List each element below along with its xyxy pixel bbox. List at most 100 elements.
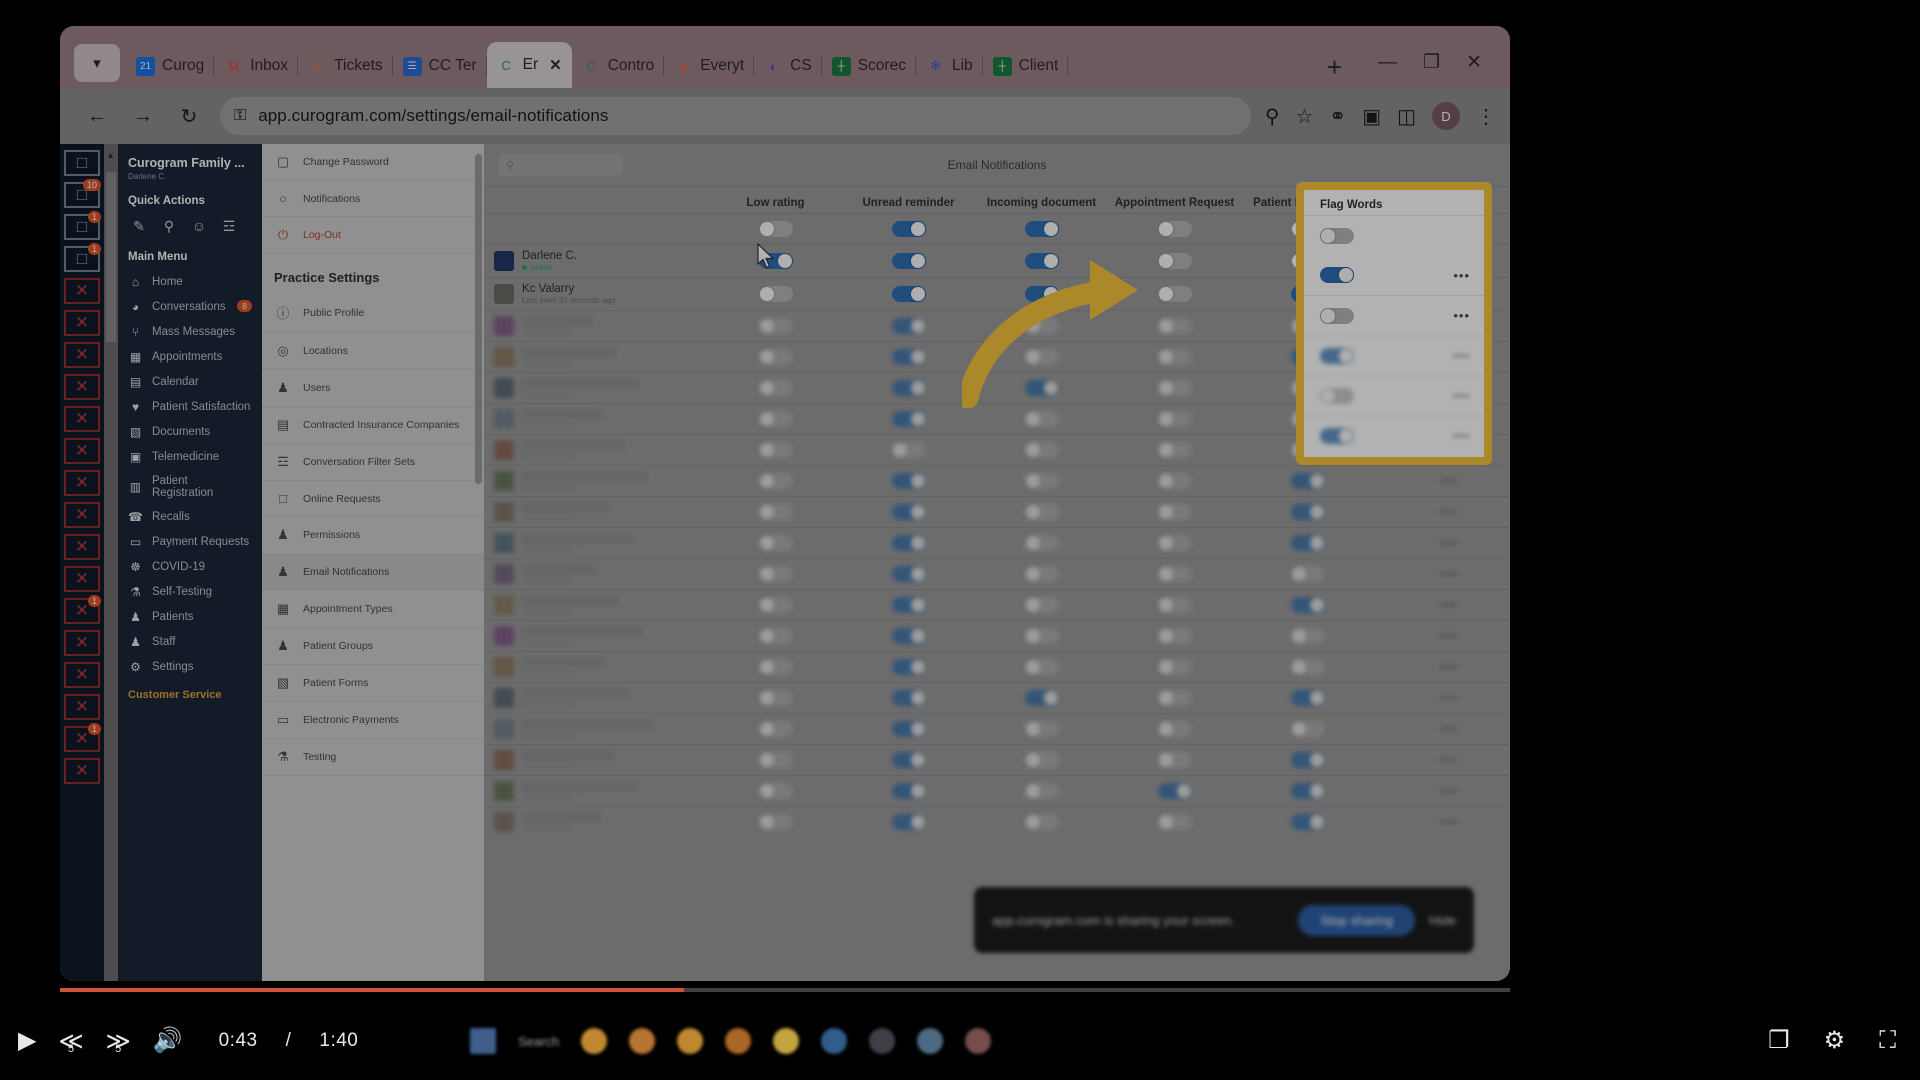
settings-item-email-notifications[interactable]: ♟ Email Notifications (262, 554, 484, 591)
sidebar-item-patients[interactable]: ♟ Patients (118, 604, 262, 629)
rail-scrollbar[interactable]: ▲ (104, 144, 118, 981)
notification-toggle[interactable] (1157, 317, 1192, 334)
notification-toggle[interactable] (758, 503, 793, 520)
table-row[interactable]: ••• (484, 713, 1510, 745)
notification-toggle[interactable] (758, 751, 793, 768)
rail-item[interactable]: □ 1 (64, 211, 101, 240)
tab-close-icon[interactable]: ✕ (549, 56, 562, 74)
row-menu-icon[interactable]: ••• (1441, 721, 1458, 736)
notification-toggle[interactable] (1290, 689, 1325, 706)
notification-toggle[interactable] (1157, 252, 1192, 269)
notification-toggle[interactable] (891, 627, 926, 644)
address-bar[interactable]: ⚿ app.curogram.com/settings/email-notifi… (220, 97, 1251, 135)
row-menu-icon[interactable]: ••• (1441, 814, 1458, 829)
notification-toggle[interactable] (1290, 472, 1325, 489)
notification-toggle[interactable] (1290, 565, 1325, 582)
notification-toggle[interactable] (891, 252, 926, 269)
rail-item[interactable]: ✕ 1 (64, 595, 101, 624)
flag-words-row[interactable]: ••• (1304, 415, 1484, 455)
play-button[interactable]: ▶ (18, 1029, 36, 1053)
reload-button[interactable]: ↻ (166, 96, 212, 136)
rail-item[interactable]: ✕ (64, 662, 100, 688)
notification-toggle[interactable] (891, 565, 926, 582)
notification-toggle[interactable] (1157, 410, 1192, 427)
notification-toggle[interactable] (1157, 565, 1192, 582)
settings-item-patient-groups[interactable]: ♟ Patient Groups (262, 628, 484, 665)
settings-item-users[interactable]: ♟ Users (262, 370, 484, 407)
table-row[interactable]: ••• (484, 620, 1510, 652)
browser-tab-lib[interactable]: ✻ Lib (916, 44, 983, 88)
notification-toggle[interactable] (1157, 813, 1192, 830)
rail-item[interactable]: ✕ (64, 278, 100, 304)
sidebar-item-calendar[interactable]: ▤ Calendar (118, 369, 262, 394)
notification-toggle[interactable] (1024, 472, 1059, 489)
hide-banner-button[interactable]: Hide (1429, 913, 1456, 928)
rail-item[interactable]: ✕ (64, 342, 100, 368)
new-tab-button[interactable]: + (1313, 54, 1356, 88)
settings-item-contracted-insurance-companies[interactable]: ▤ Contracted Insurance Companies (262, 407, 484, 444)
table-row[interactable]: ••• (484, 651, 1510, 683)
notification-toggle[interactable] (758, 565, 793, 582)
notification-toggle[interactable] (1024, 782, 1059, 799)
shield-icon[interactable]: ⚭ (1329, 96, 1346, 136)
stop-sharing-button[interactable]: Stop sharing (1298, 904, 1416, 936)
notification-toggle[interactable] (758, 317, 793, 334)
notification-toggle[interactable] (1290, 627, 1325, 644)
puzzle-icon[interactable]: ▣ (1362, 96, 1381, 136)
notification-toggle[interactable] (758, 720, 793, 737)
browser-tab-everyt[interactable]: ▲ Everyt (664, 44, 755, 88)
rail-item[interactable]: ✕ (64, 470, 100, 496)
notification-toggle[interactable] (891, 441, 926, 458)
settings-item-notifications[interactable]: ○ Notifications (262, 181, 484, 217)
notification-toggle[interactable] (1290, 782, 1325, 799)
table-row[interactable]: ••• (484, 496, 1510, 528)
notification-toggle[interactable] (1024, 410, 1059, 427)
pip-button[interactable]: ❐ (1768, 1029, 1790, 1053)
notification-toggle[interactable] (758, 596, 793, 613)
fullscreen-button[interactable]: ⛶ (1879, 1029, 1896, 1053)
table-row[interactable]: ••• (484, 775, 1510, 807)
notification-toggle[interactable] (891, 596, 926, 613)
notification-toggle[interactable] (1157, 285, 1192, 302)
rail-item[interactable]: □ 10 (64, 179, 101, 208)
notification-toggle[interactable] (1157, 658, 1192, 675)
compose-icon[interactable]: ✎ (126, 213, 152, 239)
search-icon[interactable]: ⚲ (156, 213, 182, 239)
search-input[interactable]: ⚲ (498, 154, 623, 176)
flag-words-row-menu-icon[interactable]: ••• (1453, 428, 1470, 443)
settings-item-conversation-filter-sets[interactable]: ☲ Conversation Filter Sets (262, 444, 484, 481)
notification-toggle[interactable] (1290, 720, 1325, 737)
browser-tab-cc-ter[interactable]: ☰ CC Ter (393, 44, 487, 88)
settings-item-patient-forms[interactable]: ▧ Patient Forms (262, 665, 484, 702)
notification-toggle[interactable] (1157, 627, 1192, 644)
notification-toggle[interactable] (1157, 596, 1192, 613)
close-button[interactable]: ✕ (1466, 51, 1482, 74)
settings-scrollbar-thumb[interactable] (475, 154, 482, 484)
notification-toggle[interactable] (1290, 534, 1325, 551)
sidebar-item-covid-19[interactable]: ☸ COVID-19 (118, 554, 262, 579)
notification-toggle[interactable] (758, 813, 793, 830)
row-menu-icon[interactable]: ••• (1441, 597, 1458, 612)
table-row[interactable]: ••• (484, 558, 1510, 590)
filters-icon[interactable]: ☲ (216, 213, 242, 239)
notification-toggle[interactable] (1024, 658, 1059, 675)
rail-item[interactable]: ✕ (64, 630, 100, 656)
notification-toggle[interactable] (1157, 689, 1192, 706)
sidebar-item-documents[interactable]: ▧ Documents (118, 419, 262, 444)
settings-item-online-requests[interactable]: □ Online Requests (262, 481, 484, 517)
notification-toggle[interactable] (891, 534, 926, 551)
notification-toggle[interactable] (1320, 387, 1354, 404)
notification-toggle[interactable] (758, 689, 793, 706)
notification-toggle[interactable] (1024, 689, 1059, 706)
rail-item[interactable]: ✕ 1 (64, 723, 101, 752)
notification-toggle[interactable] (1290, 658, 1325, 675)
customer-service-link[interactable]: Customer Service (118, 679, 262, 711)
side-panel-icon[interactable]: ◫ (1397, 96, 1416, 136)
notification-toggle[interactable] (1024, 565, 1059, 582)
flag-words-row[interactable]: ••• (1304, 255, 1484, 295)
rail-item[interactable]: ✕ (64, 758, 100, 784)
search-zoom-icon[interactable]: ⚲ (1265, 96, 1280, 136)
rail-item[interactable]: ✕ (64, 694, 100, 720)
sidebar-item-telemedicine[interactable]: ▣ Telemedicine (118, 444, 262, 469)
notification-toggle[interactable] (1320, 267, 1354, 283)
